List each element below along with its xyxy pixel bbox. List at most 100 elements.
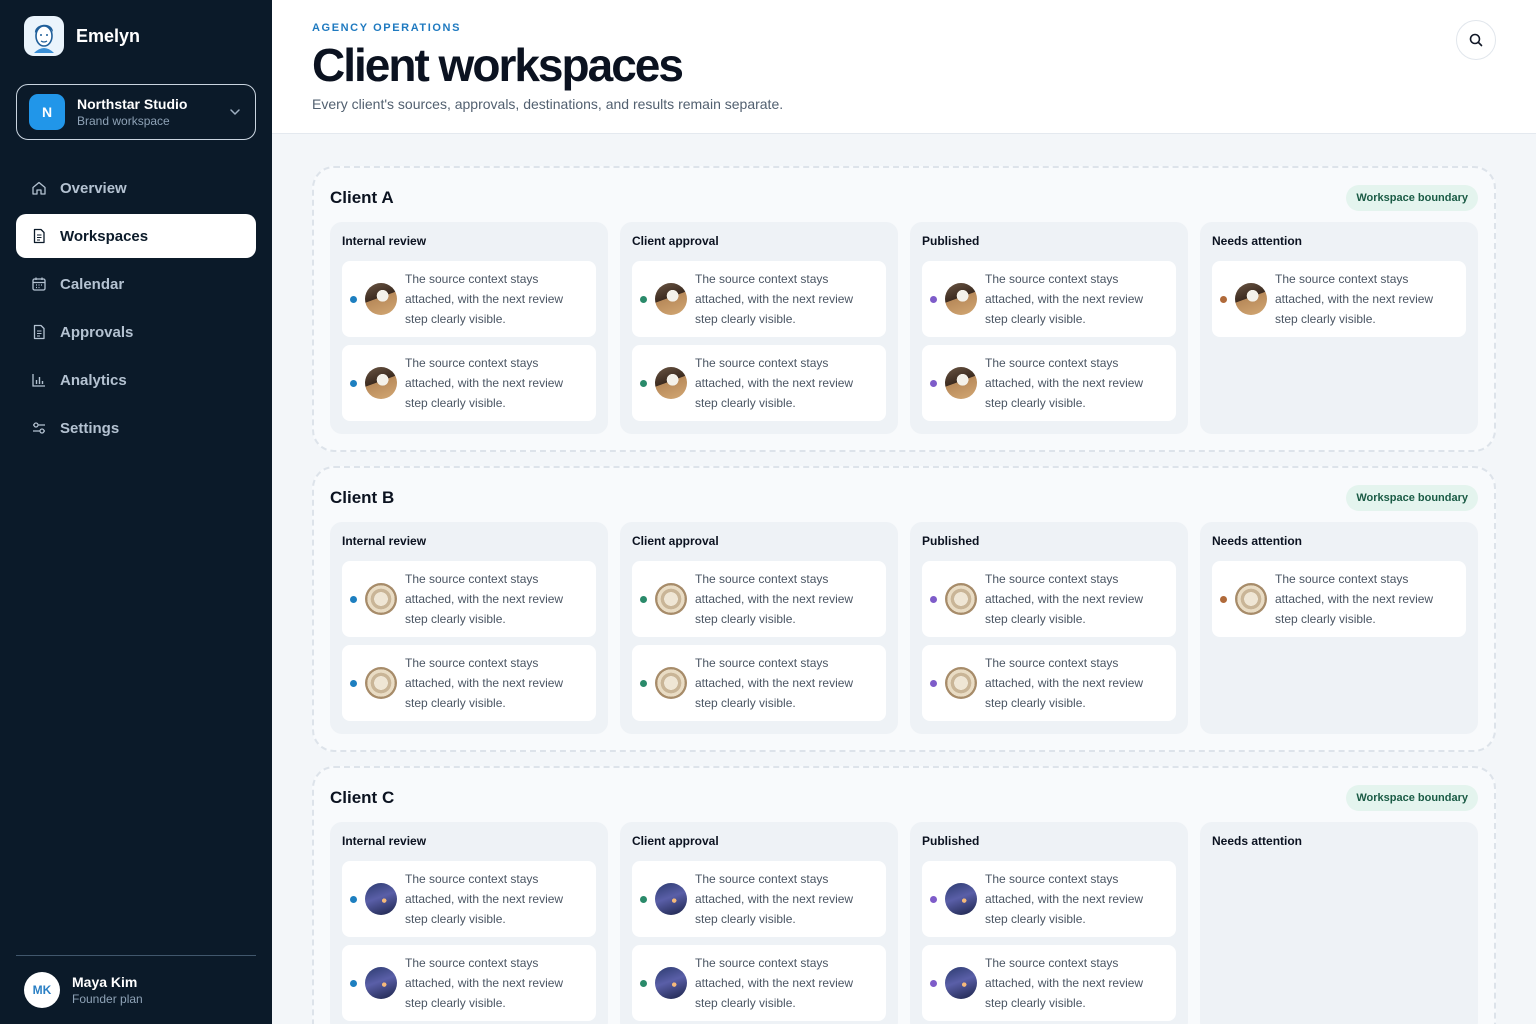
workspace-switcher[interactable]: N Northstar Studio Brand workspace: [16, 84, 256, 140]
status-column-internal-review: Internal review The source context stays …: [330, 222, 608, 434]
status-dot: [930, 895, 937, 903]
page-eyebrow: AGENCY OPERATIONS: [312, 22, 462, 34]
status-column-client-approval: Client approval The source context stays …: [620, 222, 898, 434]
status-column-needs-attention: Needs attention The source context stays …: [1200, 222, 1478, 434]
card-description: The source context stays attached, with …: [1275, 272, 1434, 326]
brand-logo-icon: [24, 16, 64, 56]
column-title: Published: [922, 834, 980, 848]
nav-item-settings[interactable]: Settings: [16, 406, 256, 450]
status-dot: [350, 979, 357, 987]
workspace-list: Client A Workspace boundary Internal revie…: [312, 166, 1496, 1024]
bar-chart-icon: [30, 371, 48, 389]
source-thumbnail: [1235, 283, 1267, 315]
content-card[interactable]: The source context stays attached, with …: [342, 645, 596, 721]
source-thumbnail: [365, 583, 397, 615]
source-thumbnail: [365, 883, 397, 915]
card-description: The source context stays attached, with …: [985, 272, 1144, 326]
content-card[interactable]: The source context stays attached, with …: [922, 645, 1176, 721]
status-dot: [640, 295, 647, 303]
workspace-name: Northstar Studio: [77, 96, 188, 112]
source-thumbnail: [945, 883, 977, 915]
workspace-boundary-badge: Workspace boundary: [1346, 485, 1478, 511]
search-icon: [1469, 33, 1483, 47]
status-dot: [1220, 295, 1227, 303]
content-card[interactable]: The source context stays attached, with …: [1212, 561, 1466, 637]
source-thumbnail: [945, 583, 977, 615]
app-name: Emelyn: [76, 25, 141, 46]
content-card[interactable]: The source context stays attached, with …: [922, 945, 1176, 1021]
sidebar: Emelyn N Northstar Studio Brand workspac…: [0, 0, 272, 1024]
card-description: The source context stays attached, with …: [405, 272, 564, 326]
content-card[interactable]: The source context stays attached, with …: [632, 645, 886, 721]
content-card[interactable]: The source context stays attached, with …: [922, 861, 1176, 937]
source-thumbnail: [655, 283, 687, 315]
content-card[interactable]: The source context stays attached, with …: [922, 261, 1176, 337]
column-title: Client approval: [632, 534, 719, 548]
content-card[interactable]: The source context stays attached, with …: [342, 561, 596, 637]
nav-item-overview[interactable]: Overview: [16, 166, 256, 210]
status-dot: [640, 895, 647, 903]
workspace-subtitle: Brand workspace: [77, 114, 170, 128]
status-columns: Internal review The source context stays …: [330, 522, 1478, 734]
content-card[interactable]: The source context stays attached, with …: [342, 945, 596, 1021]
nav-label: Settings: [60, 419, 120, 437]
column-title: Internal review: [342, 534, 427, 548]
card-description: The source context stays attached, with …: [405, 356, 564, 410]
status-dot: [350, 595, 357, 603]
status-column-published: Published The source context stays attach…: [910, 522, 1188, 734]
content-card[interactable]: The source context stays attached, with …: [632, 861, 886, 937]
nav-item-analytics[interactable]: Analytics: [16, 358, 256, 402]
source-thumbnail: [365, 667, 397, 699]
column-title: Published: [922, 234, 980, 248]
source-thumbnail: [655, 583, 687, 615]
card-description: The source context stays attached, with …: [695, 272, 854, 326]
workspace-boundary-badge: Workspace boundary: [1346, 785, 1478, 811]
content-card[interactable]: The source context stays attached, with …: [632, 945, 886, 1021]
status-columns: Internal review The source context stays …: [330, 822, 1478, 1024]
client-workspace: Client B Workspace boundary Internal revie…: [312, 466, 1496, 752]
nav-item-calendar[interactable]: Calendar: [16, 262, 256, 306]
client-workspace: Client C Workspace boundary Internal revie…: [312, 766, 1496, 1024]
nav-label: Approvals: [60, 323, 134, 341]
content-card[interactable]: The source context stays attached, with …: [632, 261, 886, 337]
card-description: The source context stays attached, with …: [985, 572, 1144, 626]
brand[interactable]: Emelyn: [24, 16, 140, 56]
page-subtitle: Every client's sources, approvals, desti…: [312, 96, 784, 112]
chevron-down-icon: [230, 109, 240, 116]
content-card[interactable]: The source context stays attached, with …: [632, 561, 886, 637]
column-title: Published: [922, 534, 980, 548]
status-dot: [350, 379, 357, 387]
status-column-needs-attention: Needs attention The source context stays …: [1200, 522, 1478, 734]
search-button[interactable]: [1456, 20, 1496, 60]
page-header: AGENCY OPERATIONS Client workspaces Ever…: [272, 0, 1536, 134]
source-thumbnail: [655, 883, 687, 915]
content-card[interactable]: The source context stays attached, with …: [342, 345, 596, 421]
card-description: The source context stays attached, with …: [405, 572, 564, 626]
nav-item-approvals[interactable]: Approvals: [16, 310, 256, 354]
content-card[interactable]: The source context stays attached, with …: [342, 261, 596, 337]
source-thumbnail: [1235, 583, 1267, 615]
content-card[interactable]: The source context stays attached, with …: [342, 861, 596, 937]
status-column-internal-review: Internal review The source context stays …: [330, 822, 608, 1024]
nav-item-workspaces[interactable]: Workspaces: [16, 214, 256, 258]
status-column-published: Published The source context stays attach…: [910, 222, 1188, 434]
content-card[interactable]: The source context stays attached, with …: [1212, 261, 1466, 337]
status-dot: [640, 379, 647, 387]
content-card[interactable]: The source context stays attached, with …: [632, 345, 886, 421]
page-title: Client workspaces: [312, 39, 684, 91]
status-dot: [930, 295, 937, 303]
user-profile[interactable]: MK Maya Kim Founder plan: [24, 972, 143, 1008]
workspace-boundary-badge: Workspace boundary: [1346, 185, 1478, 211]
client-workspace: Client A Workspace boundary Internal revie…: [312, 166, 1496, 452]
column-title: Internal review: [342, 234, 427, 248]
source-thumbnail: [655, 967, 687, 999]
nav-label: Calendar: [60, 275, 125, 293]
content-card[interactable]: The source context stays attached, with …: [922, 561, 1176, 637]
client-name: Client B: [330, 488, 395, 507]
column-title: Internal review: [342, 834, 427, 848]
card-description: The source context stays attached, with …: [695, 956, 854, 1010]
status-dot: [1220, 595, 1227, 603]
column-title: Client approval: [632, 234, 719, 248]
status-column-published: Published The source context stays attach…: [910, 822, 1188, 1024]
content-card[interactable]: The source context stays attached, with …: [922, 345, 1176, 421]
